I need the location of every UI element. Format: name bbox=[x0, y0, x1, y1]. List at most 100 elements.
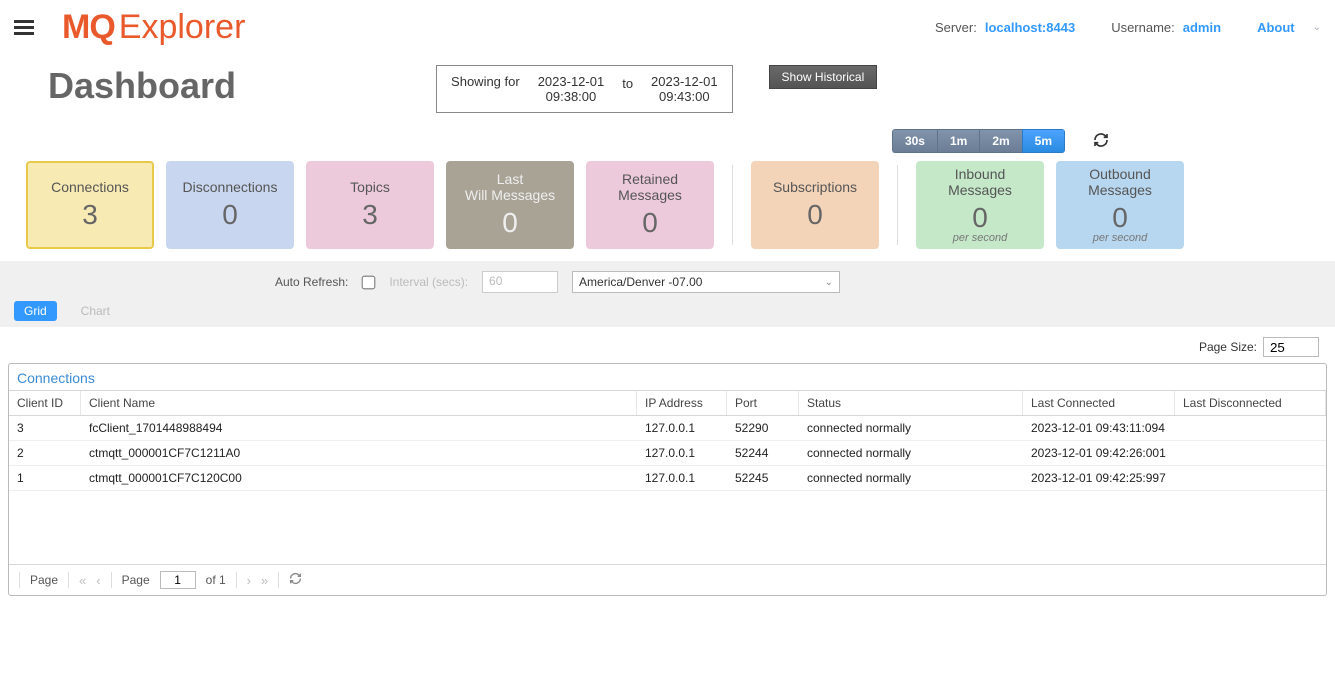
page-of: of 1 bbox=[206, 573, 226, 587]
interval-1m-button[interactable]: 1m bbox=[937, 129, 979, 153]
interval-5m-button[interactable]: 5m bbox=[1022, 129, 1065, 153]
card-value: 0 bbox=[222, 199, 238, 231]
show-historical-button[interactable]: Show Historical bbox=[769, 65, 878, 89]
table-row[interactable]: 2ctmqtt_000001CF7C1211A0127.0.0.152244co… bbox=[9, 441, 1326, 466]
page-label2: Page bbox=[122, 573, 150, 587]
timezone-select[interactable]: America/Denver -07.00 ⌄ bbox=[572, 271, 840, 293]
card-title: Disconnections bbox=[183, 179, 278, 195]
prev-page-icon[interactable]: ‹ bbox=[96, 573, 100, 588]
interval-secs-input[interactable]: 60 bbox=[482, 271, 558, 293]
card-topics[interactable]: Topics 3 bbox=[306, 161, 434, 249]
card-connections[interactable]: Connections 3 bbox=[26, 161, 154, 249]
card-unit: per second bbox=[953, 232, 1007, 244]
card-retained[interactable]: RetainedMessages 0 bbox=[586, 161, 714, 249]
page-size-label: Page Size: bbox=[1199, 340, 1257, 354]
card-outbound[interactable]: OutboundMessages 0 per second bbox=[1056, 161, 1184, 249]
col-ip[interactable]: IP Address bbox=[637, 391, 727, 415]
interval-secs-label: Interval (secs): bbox=[389, 275, 468, 289]
cell: 2023-12-01 09:42:26:001 bbox=[1023, 441, 1175, 465]
logo-mq: MQ bbox=[62, 8, 115, 47]
card-title: Topics bbox=[350, 179, 390, 195]
showing-for-label: Showing for bbox=[451, 74, 520, 89]
timezone-value: America/Denver -07.00 bbox=[579, 275, 702, 289]
chevron-down-icon: ⌄ bbox=[825, 277, 833, 288]
hamburger-icon[interactable] bbox=[14, 17, 34, 38]
time-range-box: Showing for 2023-12-01 09:38:00 to 2023-… bbox=[436, 65, 733, 113]
to-date: 2023-12-01 bbox=[651, 74, 718, 89]
auto-refresh-checkbox[interactable] bbox=[362, 275, 376, 289]
interval-2m-button[interactable]: 2m bbox=[979, 129, 1021, 153]
card-separator bbox=[732, 165, 733, 245]
cell: 52245 bbox=[727, 466, 799, 490]
metric-cards: Connections 3 Disconnections 0 Topics 3 … bbox=[0, 161, 1335, 249]
server-link[interactable]: localhost:8443 bbox=[985, 20, 1075, 35]
grid-header: Client ID Client Name IP Address Port St… bbox=[9, 390, 1326, 416]
cell: 127.0.0.1 bbox=[637, 466, 727, 490]
card-title: Connections bbox=[51, 179, 129, 195]
cell bbox=[1175, 466, 1326, 490]
card-lwt[interactable]: LastWill Messages 0 bbox=[446, 161, 574, 249]
dashboard-header-row: Dashboard Showing for 2023-12-01 09:38:0… bbox=[0, 51, 1335, 119]
card-subscriptions[interactable]: Subscriptions 0 bbox=[751, 161, 879, 249]
header-right: Server: localhost:8443 Username: admin A… bbox=[935, 20, 1321, 35]
auto-refresh-label: Auto Refresh: bbox=[275, 275, 348, 289]
cell: 127.0.0.1 bbox=[637, 416, 727, 440]
page-input[interactable] bbox=[160, 571, 196, 589]
card-value: 0 bbox=[807, 199, 823, 231]
connections-grid: Connections Client ID Client Name IP Add… bbox=[8, 363, 1327, 596]
header-bar: MQ Explorer Server: localhost:8443 Usern… bbox=[0, 0, 1335, 51]
card-value: 0 bbox=[642, 207, 658, 239]
to-label: to bbox=[622, 74, 633, 91]
card-title1: Last bbox=[497, 171, 523, 187]
view-mode-tabs: Grid Chart bbox=[14, 293, 1321, 321]
interval-row: 30s 1m 2m 5m bbox=[0, 119, 1335, 161]
about-link[interactable]: About bbox=[1257, 20, 1295, 35]
last-page-icon[interactable]: » bbox=[261, 573, 268, 588]
refresh-icon[interactable] bbox=[1093, 132, 1109, 151]
col-last-conn[interactable]: Last Connected bbox=[1023, 391, 1175, 415]
col-client-id[interactable]: Client ID bbox=[9, 391, 81, 415]
card-title1: Retained bbox=[622, 171, 678, 187]
username-link[interactable]: admin bbox=[1183, 20, 1221, 35]
cell bbox=[1175, 416, 1326, 440]
card-disconnections[interactable]: Disconnections 0 bbox=[166, 161, 294, 249]
card-title1: Inbound bbox=[955, 166, 1006, 182]
cell: connected normally bbox=[799, 416, 1023, 440]
chevron-down-icon[interactable]: ⌄ bbox=[1313, 22, 1321, 33]
chart-tab[interactable]: Chart bbox=[71, 301, 120, 321]
grid-pager: Page « ‹ Page of 1 › » bbox=[9, 564, 1326, 595]
cell: 2023-12-01 09:42:25:997 bbox=[1023, 466, 1175, 490]
table-row[interactable]: 1ctmqtt_000001CF7C120C00127.0.0.152245co… bbox=[9, 466, 1326, 491]
interval-button-group: 30s 1m 2m 5m bbox=[892, 129, 1065, 153]
card-title2: Will Messages bbox=[465, 187, 555, 203]
grid-title: Connections bbox=[9, 364, 1326, 390]
table-row[interactable]: 3fcClient_1701448988494127.0.0.152290con… bbox=[9, 416, 1326, 441]
logo-explorer: Explorer bbox=[119, 8, 246, 47]
card-separator bbox=[897, 165, 898, 245]
card-value: 3 bbox=[82, 199, 98, 231]
cell: 3 bbox=[9, 416, 81, 440]
app-logo: MQ Explorer bbox=[62, 8, 245, 47]
interval-30s-button[interactable]: 30s bbox=[892, 129, 937, 153]
cell: connected normally bbox=[799, 441, 1023, 465]
cell: 52290 bbox=[727, 416, 799, 440]
page-size-row: Page Size: bbox=[0, 327, 1335, 361]
cell bbox=[1175, 441, 1326, 465]
first-page-icon[interactable]: « bbox=[79, 573, 86, 588]
page-label: Page bbox=[30, 573, 58, 587]
col-port[interactable]: Port bbox=[727, 391, 799, 415]
card-title2: Messages bbox=[948, 182, 1012, 198]
cell: connected normally bbox=[799, 466, 1023, 490]
card-value: 0 bbox=[502, 207, 518, 239]
col-status[interactable]: Status bbox=[799, 391, 1023, 415]
page-size-input[interactable] bbox=[1263, 337, 1319, 357]
cell: ctmqtt_000001CF7C1211A0 bbox=[81, 441, 637, 465]
grid-tab[interactable]: Grid bbox=[14, 301, 57, 321]
pager-refresh-icon[interactable] bbox=[289, 572, 302, 588]
filters-top: Auto Refresh: Interval (secs): 60 Americ… bbox=[14, 271, 1321, 293]
next-page-icon[interactable]: › bbox=[247, 573, 251, 588]
card-inbound[interactable]: InboundMessages 0 per second bbox=[916, 161, 1044, 249]
from-date: 2023-12-01 bbox=[538, 74, 605, 89]
col-last-disc[interactable]: Last Disconnected bbox=[1175, 391, 1326, 415]
col-client-name[interactable]: Client Name bbox=[81, 391, 637, 415]
